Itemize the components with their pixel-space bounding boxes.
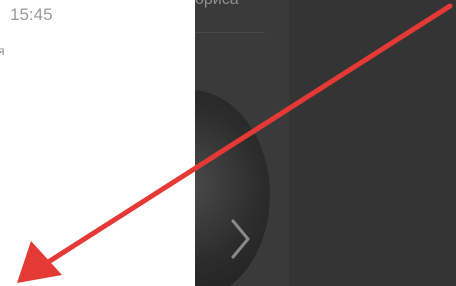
message-time: 15:45 xyxy=(10,5,53,24)
chevron-right-icon xyxy=(231,219,250,259)
viewer-title: ориса xyxy=(195,0,239,9)
screenshot-root: 15:45 я ориса xyxy=(0,0,456,286)
message-subtitle: я xyxy=(0,44,5,58)
next-media-button[interactable] xyxy=(221,214,261,264)
left-panel: 15:45 я xyxy=(0,0,195,286)
viewer-header-divider xyxy=(195,32,265,33)
media-viewer-side-panel xyxy=(289,0,456,286)
